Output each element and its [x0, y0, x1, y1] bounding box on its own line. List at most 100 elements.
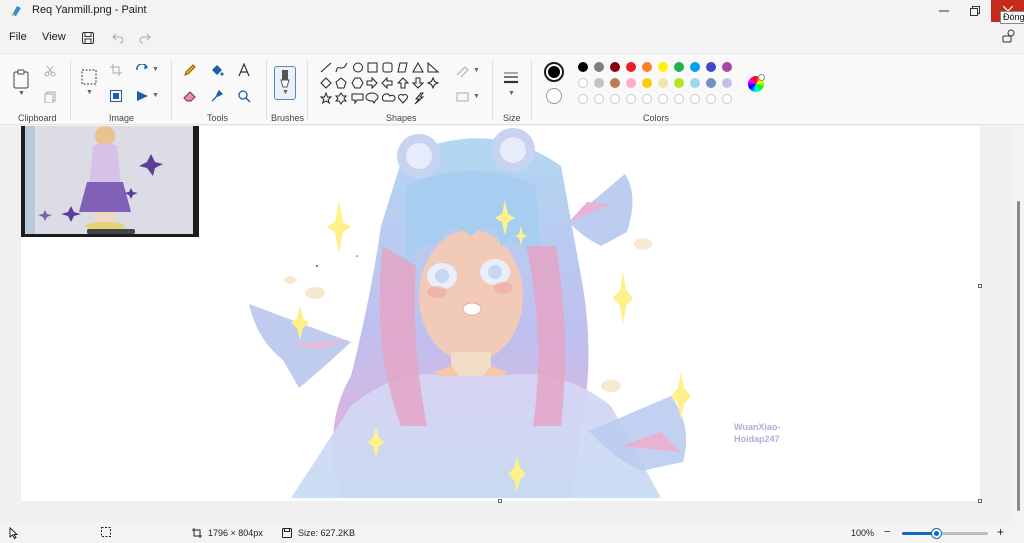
rectangle-shape-icon[interactable]	[367, 62, 378, 73]
custom-color-slot[interactable]	[610, 94, 620, 104]
palette-swatch[interactable]	[642, 78, 652, 88]
heart-shape-icon[interactable]	[398, 94, 408, 104]
color-picker-button[interactable]	[208, 87, 226, 105]
outline-button[interactable]	[454, 62, 472, 80]
custom-color-slot[interactable]	[578, 94, 588, 104]
palette-swatch[interactable]	[722, 62, 732, 72]
custom-color-slot[interactable]	[658, 94, 668, 104]
flip-button[interactable]	[134, 87, 152, 105]
restore-button[interactable]	[959, 0, 991, 22]
paste-button[interactable]	[11, 68, 31, 90]
edit-colors-button[interactable]	[748, 74, 765, 92]
outline-chevron-down-icon[interactable]: ▼	[473, 67, 480, 74]
resize-handle-corner[interactable]	[978, 499, 982, 503]
triangle-shape-icon[interactable]	[412, 61, 424, 73]
resize-handle-bottom[interactable]	[498, 499, 502, 503]
minimize-button[interactable]	[928, 0, 960, 22]
rotate-button[interactable]	[134, 61, 152, 79]
six-point-star-shape-icon[interactable]	[334, 92, 348, 105]
palette-swatch[interactable]	[610, 62, 620, 72]
copy-button[interactable]	[41, 88, 59, 106]
custom-color-slot[interactable]	[722, 94, 732, 104]
palette-swatch[interactable]	[706, 78, 716, 88]
vertical-scrollbar[interactable]	[1014, 126, 1024, 522]
drawing-canvas[interactable]: WuanXiao- Hoidap247	[21, 126, 980, 501]
up-arrow-shape-icon[interactable]	[396, 77, 410, 89]
palette-swatch[interactable]	[658, 62, 668, 72]
right-arrow-shape-icon[interactable]	[366, 76, 378, 90]
palette-swatch[interactable]	[674, 62, 684, 72]
zoom-out-button[interactable]: −	[884, 526, 890, 538]
fill-button[interactable]	[208, 61, 226, 79]
palette-swatch[interactable]	[722, 78, 732, 88]
select-chevron-down-icon[interactable]: ▼	[86, 89, 93, 96]
palette-swatch[interactable]	[690, 78, 700, 88]
crop-button[interactable]	[107, 61, 125, 79]
pencil-button[interactable]	[181, 61, 199, 79]
flip-chevron-down-icon[interactable]: ▼	[152, 92, 159, 99]
polygon-shape-icon[interactable]	[397, 62, 408, 73]
diamond-shape-icon[interactable]	[320, 77, 332, 89]
menu-file[interactable]: File	[9, 31, 27, 43]
brushes-button[interactable]: ▼	[274, 66, 296, 100]
custom-color-slot[interactable]	[674, 94, 684, 104]
undo-button[interactable]	[109, 29, 127, 47]
brushes-group-label: Brushes	[271, 113, 305, 123]
line-shape-icon[interactable]	[320, 62, 332, 73]
palette-swatch[interactable]	[642, 62, 652, 72]
palette-swatch[interactable]	[594, 62, 604, 72]
cut-button[interactable]	[41, 62, 59, 80]
settings-button[interactable]	[1002, 29, 1020, 47]
select-button[interactable]	[79, 67, 99, 87]
palette-swatch[interactable]	[578, 62, 588, 72]
curve-shape-icon[interactable]	[335, 62, 348, 73]
text-button[interactable]	[235, 61, 253, 79]
palette-swatch[interactable]	[626, 62, 636, 72]
lightning-shape-icon[interactable]	[414, 92, 425, 105]
oval-shape-icon[interactable]	[353, 62, 363, 73]
left-arrow-shape-icon[interactable]	[381, 76, 393, 90]
redo-button[interactable]	[136, 29, 154, 47]
menu-view[interactable]: View	[42, 31, 66, 43]
palette-swatch[interactable]	[658, 78, 668, 88]
paste-chevron-down-icon[interactable]: ▼	[18, 90, 25, 97]
scrollbar-thumb[interactable]	[1017, 201, 1020, 511]
rect-callout-shape-icon[interactable]	[351, 93, 364, 105]
size-chevron-down-icon[interactable]: ▼	[508, 90, 515, 97]
right-triangle-shape-icon[interactable]	[427, 61, 440, 73]
palette-swatch[interactable]	[706, 62, 716, 72]
zoom-in-button[interactable]: +	[997, 525, 1004, 539]
custom-color-slot[interactable]	[706, 94, 716, 104]
five-point-star-shape-icon[interactable]	[319, 91, 333, 105]
pentagon-shape-icon[interactable]	[335, 77, 347, 89]
zoom-slider-knob[interactable]	[932, 529, 941, 538]
secondary-color-button[interactable]	[546, 88, 562, 104]
palette-swatch[interactable]	[594, 78, 604, 88]
zoom-slider[interactable]	[902, 529, 988, 538]
magnifier-button[interactable]	[235, 87, 253, 105]
cloud-callout-shape-icon[interactable]	[381, 93, 396, 102]
palette-swatch[interactable]	[578, 78, 588, 88]
save-button[interactable]	[79, 29, 97, 47]
size-button[interactable]	[501, 68, 521, 88]
four-point-star-shape-icon[interactable]	[426, 76, 440, 90]
palette-swatch[interactable]	[690, 62, 700, 72]
shape-fill-button[interactable]	[454, 88, 472, 106]
rotate-chevron-down-icon[interactable]: ▼	[152, 66, 159, 73]
oval-callout-shape-icon[interactable]	[365, 92, 379, 104]
down-arrow-shape-icon[interactable]	[411, 77, 425, 89]
hexagon-shape-icon[interactable]	[351, 77, 364, 89]
primary-color-button[interactable]	[544, 62, 564, 82]
eraser-button[interactable]	[181, 87, 199, 105]
palette-swatch[interactable]	[674, 78, 684, 88]
custom-color-slot[interactable]	[594, 94, 604, 104]
custom-color-slot[interactable]	[690, 94, 700, 104]
resize-button[interactable]	[107, 87, 125, 105]
custom-color-slot[interactable]	[626, 94, 636, 104]
resize-handle-right[interactable]	[978, 284, 982, 288]
palette-swatch[interactable]	[626, 78, 636, 88]
palette-swatch[interactable]	[610, 78, 620, 88]
custom-color-slot[interactable]	[642, 94, 652, 104]
shape-fill-chevron-down-icon[interactable]: ▼	[473, 93, 480, 100]
rounded-rectangle-shape-icon[interactable]	[382, 62, 393, 73]
